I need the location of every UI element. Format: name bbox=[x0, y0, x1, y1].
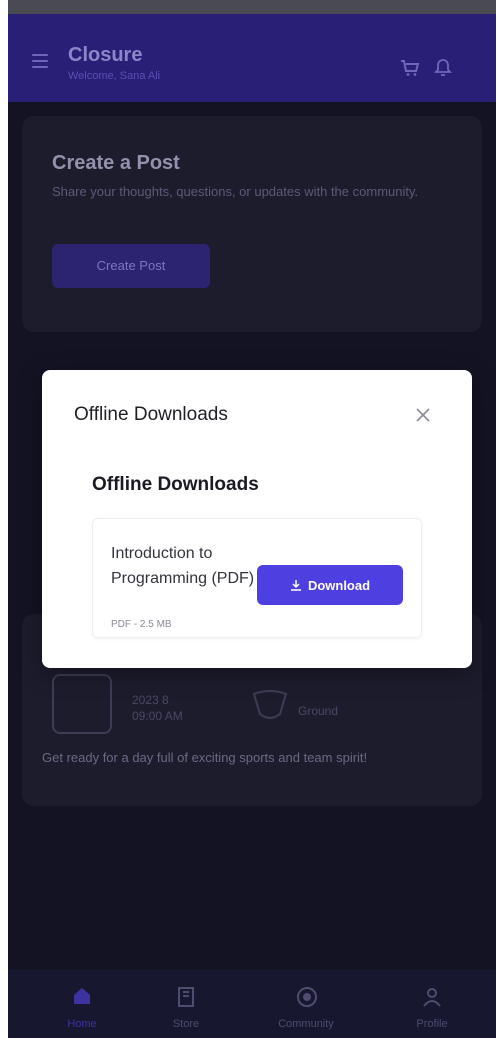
bottom-navigation: Home Store Community Profile bbox=[8, 970, 496, 1038]
create-post-button[interactable]: Create Post bbox=[52, 244, 210, 288]
nav-label-community: Community bbox=[278, 1018, 334, 1030]
offline-downloads-modal: Offline Downloads Offline Downloads Intr… bbox=[42, 370, 472, 668]
event-datetime: 2023 8 09:00 AM bbox=[132, 692, 183, 724]
profile-icon bbox=[423, 988, 441, 1007]
event-location: Ground bbox=[298, 704, 339, 718]
download-item-name: Introduction to Programming (PDF) bbox=[111, 545, 255, 587]
download-item-meta: PDF - 2.5 MB bbox=[111, 619, 172, 630]
status-strip bbox=[8, 0, 496, 14]
download-item: Introduction to Programming (PDF) PDF - … bbox=[92, 518, 422, 638]
nav-item-store[interactable]: Store bbox=[136, 970, 236, 1038]
nav-label-profile: Profile bbox=[416, 1018, 448, 1030]
download-button[interactable]: Download bbox=[257, 565, 403, 605]
store-icon bbox=[178, 987, 194, 1007]
create-post-description: Share your thoughts, questions, or updat… bbox=[52, 184, 419, 199]
event-description: Get ready for a day full of exciting spo… bbox=[42, 750, 368, 765]
download-button-label: Download bbox=[307, 577, 371, 593]
hamburger-menu-icon[interactable] bbox=[32, 54, 48, 68]
nav-item-home[interactable]: Home bbox=[32, 970, 132, 1038]
calendar-icon bbox=[52, 674, 112, 734]
nav-label-store: Store bbox=[172, 1018, 200, 1030]
modal-title: Offline Downloads bbox=[74, 404, 228, 425]
bell-icon[interactable] bbox=[434, 58, 452, 78]
nav-label-home: Home bbox=[67, 1018, 97, 1030]
welcome-text: Welcome, Sana Ali bbox=[68, 70, 161, 82]
app-header: Closure Welcome, Sana Ali bbox=[8, 14, 496, 102]
event-time: 09:00 AM bbox=[132, 709, 183, 723]
cart-icon[interactable] bbox=[400, 59, 420, 77]
home-icon bbox=[74, 988, 90, 1004]
app-title: Closure bbox=[68, 44, 143, 66]
event-date: 2023 8 bbox=[132, 693, 169, 707]
nav-item-community[interactable]: Community bbox=[256, 970, 356, 1038]
modal-section-title: Offline Downloads bbox=[92, 474, 259, 495]
create-post-title: Create a Post bbox=[52, 152, 180, 174]
create-post-card: Create a Post Share your thoughts, quest… bbox=[22, 116, 482, 332]
close-icon[interactable] bbox=[414, 406, 432, 424]
community-icon bbox=[297, 987, 317, 1007]
download-icon bbox=[290, 580, 301, 591]
nav-item-profile[interactable]: Profile bbox=[382, 970, 482, 1038]
location-pin-icon bbox=[252, 690, 288, 719]
